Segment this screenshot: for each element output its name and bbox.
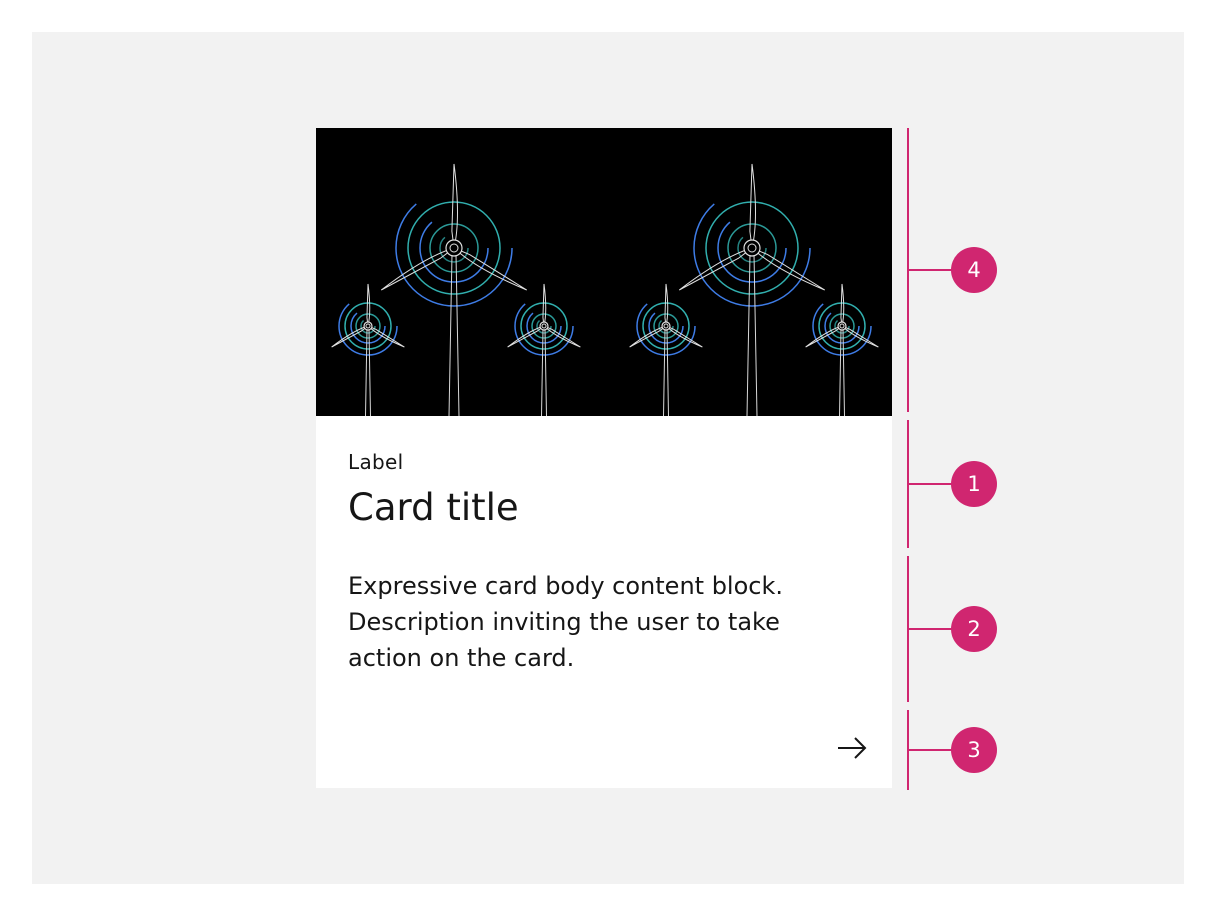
expressive-card[interactable]: Label Card title Expressive card body co… [316,128,892,788]
heading-bracket-tick [908,483,954,485]
body-bracket-tick [908,628,954,630]
media-bracket-tick [908,269,954,271]
turbine-large-left-blade [451,163,458,249]
turbine-large-right-tower [746,253,758,416]
media-marker-badge: 4 [951,247,997,293]
heading-marker-badge: 1 [951,461,997,507]
turbine-small-2-hub [539,321,549,331]
arrow-right-icon[interactable] [834,732,870,764]
body-marker-badge: 2 [951,606,997,652]
turbine-small-3-hub [661,321,671,331]
card-label: Label [348,450,404,474]
turbine-small-3-tower [663,328,669,416]
turbine-large-left-tower [448,253,460,416]
card-media [316,128,892,416]
action-bracket-tick [908,749,954,751]
card-title: Card title [348,486,519,529]
turbine-small-1-hub [363,321,373,331]
card-body: Expressive card body content block. Desc… [348,572,783,672]
turbine-small-2-tower [541,328,547,416]
turbine-small-4-hub [837,321,847,331]
turbine-small-4-blade [840,283,845,327]
diagram-frame: Label Card title Expressive card body co… [32,32,1184,884]
turbine-large-left-hub [445,239,463,257]
turbine-small-3-blade [664,283,669,327]
turbine-small-4-tower [839,328,845,416]
turbine-small-1-tower [365,328,371,416]
turbine-small-2-blade [542,283,547,327]
action-marker-badge: 3 [951,727,997,773]
wind-turbines-illustration [331,163,879,416]
turbine-large-right-blade [749,163,756,249]
turbine-large-right-hub [743,239,761,257]
turbine-small-1-blade [366,283,371,327]
